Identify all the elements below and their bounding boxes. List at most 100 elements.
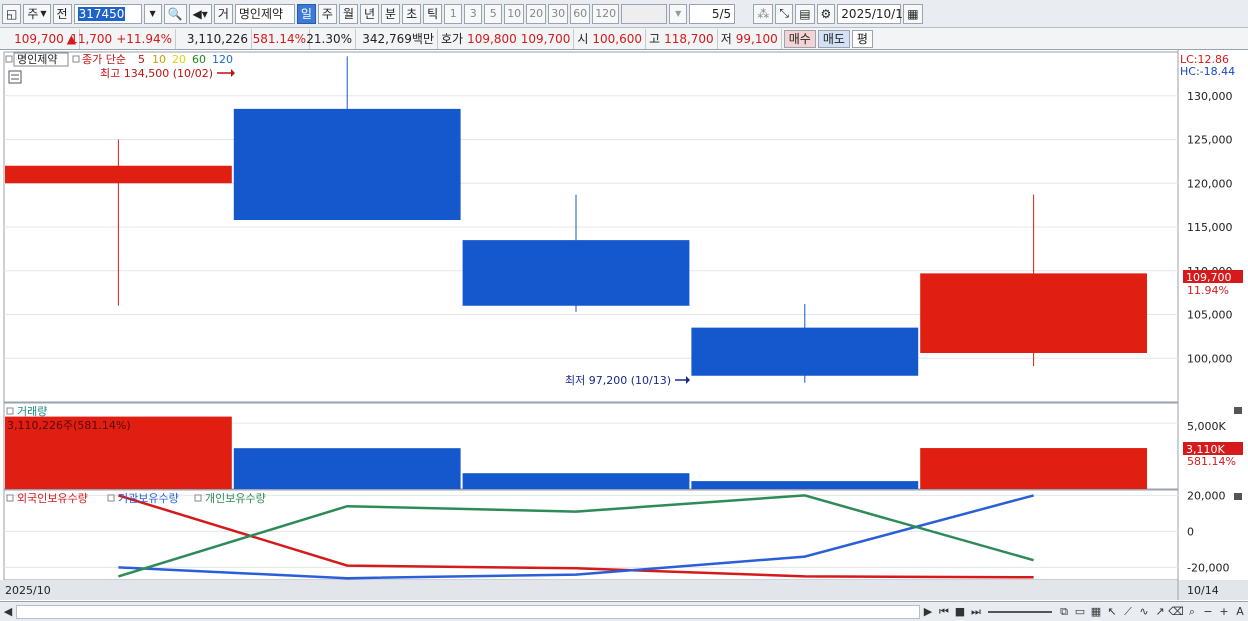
zoom-out-icon[interactable]: − [1200,604,1216,620]
open-value: 100,600 [592,31,643,46]
timeframe-yearly[interactable]: 년 [360,3,380,24]
low-annotation: 최저 97,200 (10/13) [565,374,671,387]
grid-icon[interactable]: ▦ [1088,604,1104,620]
scroll-bar[interactable]: ◀ ▶ ⏮ ■ ⏭ ⧉ ▭ ▦ ↖ ⟋ ∿ ↗ ⌫ ⌕ − + A [0,601,1248,621]
code-dropdown-button[interactable]: ▼ [143,3,162,24]
interval-10[interactable]: 10 [504,3,525,24]
fast-forward-icon[interactable]: ⏭ [968,604,984,620]
quote-bar: 109,700 ▲ 11,700 +11.94% 3,110,226 581.14%… [0,28,1248,50]
volume-pct: 581.14% [252,28,310,49]
interval-1[interactable]: 1 [444,3,463,24]
calculator-icon[interactable] [8,70,22,84]
foreign-toggle-icon[interactable] [6,494,14,502]
date-field[interactable]: 2025/10/14 [837,3,910,24]
font-icon[interactable]: A [1232,604,1248,620]
sell-button[interactable]: 매도 [817,29,850,48]
volume-panel-close-icon[interactable] [1234,407,1242,414]
period-select[interactable]: 주 ▼ [23,3,51,24]
page-indicator-text: 5/5 [711,6,732,21]
stock-code-input[interactable]: 317450 [73,3,142,24]
turnover-rate: 21.30% [306,28,356,49]
eraser-icon[interactable]: ⌫ [1168,604,1184,620]
price-tick-label: 130,000 [1187,90,1233,103]
window-icon[interactable]: ▭ [1072,604,1088,620]
page-indicator[interactable]: 5/5 [689,3,736,24]
candle-body [920,273,1147,353]
zoom-slider[interactable] [988,610,1052,613]
rewind-icon[interactable]: ⏮ [936,604,952,620]
candle-body [233,108,461,220]
interval-custom-input[interactable] [621,3,668,24]
market-button[interactable]: 거 [213,3,233,24]
price-tick-label: 120,000 [1187,177,1233,190]
scroll-track[interactable] [16,604,920,619]
chart-area[interactable]: 명인제약 종가 단순 5 10 20 60 120 최고 134,500 (10… [0,50,1248,602]
calendar-icon[interactable]: ▦ [903,3,923,24]
prev-button[interactable]: 전 [52,3,72,24]
timeframe-weekly[interactable]: 주 [317,3,337,24]
volume-value: 3,110,226 [176,28,252,49]
interval-30[interactable]: 30 [548,3,569,24]
interval-3[interactable]: 3 [464,3,483,24]
eval-button[interactable]: 평 [851,29,873,48]
chart-type-icon[interactable]: ◱ [2,3,22,24]
timeframe-tick[interactable]: 틱 [423,3,443,24]
zoom-in-icon[interactable]: + [1216,604,1232,620]
buy-button[interactable]: 매수 [783,29,816,48]
high-annotation: 최고 134,500 (10/02) [100,67,213,80]
panel-stock-name: 명인제약 [17,52,57,66]
interval-dropdown-button[interactable]: ▼ [669,3,688,24]
holdings-axis-ticks: 20,000 0 -20,000 [1187,489,1229,574]
interval-60[interactable]: 60 [570,3,591,24]
interval-20[interactable]: 20 [526,3,547,24]
speaker-icon[interactable]: ◀▾ [188,3,212,24]
ma-period-20: 20 [172,53,186,66]
cursor-icon[interactable]: ↖ [1104,604,1120,620]
timeframe-monthly[interactable]: 월 [338,3,358,24]
ma-period-60: 60 [192,53,206,66]
interval-120[interactable]: 120 [592,3,620,24]
chart-canvas[interactable]: 명인제약 종가 단순 5 10 20 60 120 최고 134,500 (10… [0,50,1248,602]
change-value: 11,700 [70,31,113,46]
trend-tool-icon[interactable]: ↗ [1152,604,1168,620]
scroll-right-icon[interactable]: ▶ [920,604,936,620]
gear-icon[interactable]: ⚙ [816,3,836,24]
zoom-icon[interactable]: ⁂ [753,3,774,24]
trade-value: 342,769백만 [356,28,438,49]
volume-toggle-icon[interactable] [6,407,14,415]
timeframe-second[interactable]: 초 [402,3,422,24]
price-change: 11,700 +11.94% [70,28,176,49]
line-tool-icon[interactable]: ⟋ [1120,604,1136,620]
individual-toggle-icon[interactable] [194,494,202,502]
institution-toggle-icon[interactable] [107,494,115,502]
layout-icon[interactable]: ⧉ [1056,604,1072,620]
holdings-tick-label: 0 [1187,525,1194,538]
current-pct-tag: 11.94% [1187,284,1229,297]
volume-bar [920,448,1147,489]
ma-period-5: 5 [138,53,145,66]
price-tick-label: 100,000 [1187,352,1233,365]
ma-toggle-icon[interactable] [72,55,80,63]
holdings-tick-label: -20,000 [1187,561,1229,574]
open-label: 시 [577,32,589,46]
panel-toggle-icon[interactable] [5,55,13,63]
wave-tool-icon[interactable]: ∿ [1136,604,1152,620]
candle-body [691,327,919,376]
timeframe-minute[interactable]: 분 [381,3,401,24]
interval-5[interactable]: 5 [484,3,503,24]
draw-tool-icon[interactable]: ⤡ [775,3,794,24]
scroll-left-icon[interactable]: ◀ [0,604,16,620]
volume-info: 3,110,226주(581.14%) [7,419,131,432]
magnifier-icon[interactable]: ⌕ [1184,604,1200,620]
search-icon[interactable]: 🔍 [163,3,187,24]
chevron-down-icon: ▼ [40,9,47,18]
save-icon[interactable]: ▤ [795,3,815,24]
holdings-panel-close-icon[interactable] [1234,493,1242,500]
stop-icon[interactable]: ■ [952,604,968,620]
volume-bar [233,448,461,489]
low-price: 저 99,100 [718,28,782,49]
stock-name-field[interactable]: 명인제약 [234,3,295,24]
timeframe-daily[interactable]: 일 [296,3,316,24]
ask-bid: 호가 109,800 109,700 [438,28,575,49]
volume-tag-pct: 581.14% [1187,455,1236,468]
